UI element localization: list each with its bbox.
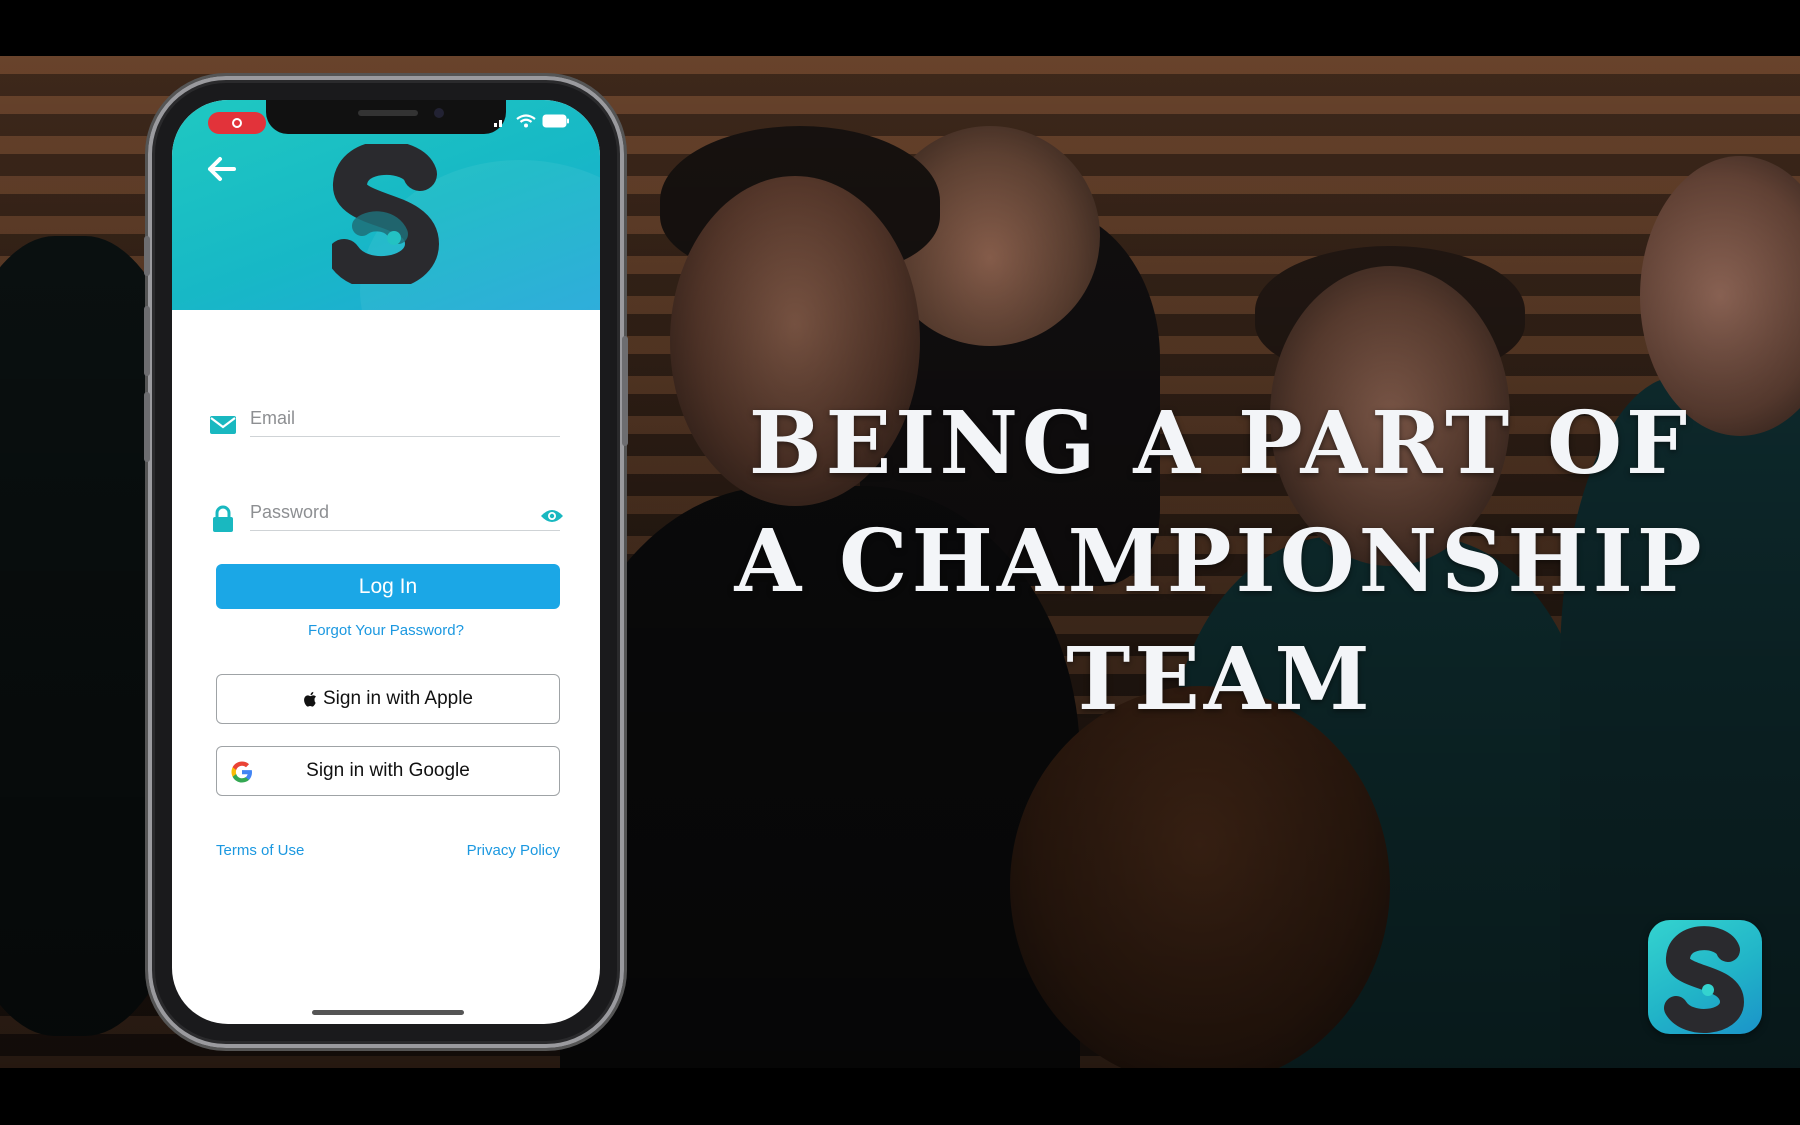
password-field[interactable] [250, 494, 560, 531]
google-button-label: Sign in with Google [306, 760, 470, 781]
phone-mockup: Log In Forgot Your Password? Sign in wit… [144, 76, 628, 1048]
phone-side-button [144, 236, 150, 276]
record-icon[interactable] [208, 112, 266, 134]
headline-line-3: TEAM [1066, 629, 1374, 730]
sign-in-apple-button[interactable]: Sign in with Apple [216, 674, 560, 724]
back-arrow-icon[interactable] [204, 152, 238, 186]
terms-of-use-link[interactable]: Terms of Use [216, 842, 304, 859]
home-indicator[interactable] [312, 1010, 464, 1015]
app-logo-icon [1664, 926, 1745, 1033]
header-banner [172, 100, 600, 420]
forgot-password-link[interactable]: Forgot Your Password? [172, 622, 600, 639]
apple-button-label: Sign in with Apple [323, 688, 473, 709]
headline: BEING A PART OF A CHAMPIONSHIP TEAM [680, 385, 1760, 739]
login-screen: Log In Forgot Your Password? Sign in wit… [172, 100, 600, 1024]
battery-icon [542, 114, 569, 128]
sign-in-google-button[interactable]: Sign in with Google [216, 746, 560, 796]
speaker [358, 110, 418, 116]
login-button[interactable]: Log In [216, 564, 560, 609]
privacy-policy-link[interactable]: Privacy Policy [467, 842, 560, 859]
corner-app-logo [1648, 920, 1762, 1034]
password-row [208, 490, 564, 542]
phone-notch [266, 100, 506, 134]
app-logo-icon [332, 144, 440, 284]
phone-side-button [144, 392, 150, 462]
apple-icon [304, 691, 316, 707]
lock-icon [213, 505, 233, 532]
headline-line-1: BEING A PART OF [748, 393, 1692, 494]
phone-side-button [144, 306, 150, 376]
email-row [208, 396, 564, 448]
status-bar [494, 114, 570, 128]
signal-icon [494, 120, 502, 127]
email-field[interactable] [250, 400, 560, 437]
eye-icon[interactable] [540, 508, 564, 524]
phone-side-button [622, 336, 628, 446]
camera [434, 108, 444, 118]
mail-icon [210, 416, 236, 434]
wifi-icon [516, 114, 536, 128]
headline-line-2: A CHAMPIONSHIP [734, 511, 1706, 612]
google-icon [231, 761, 252, 783]
